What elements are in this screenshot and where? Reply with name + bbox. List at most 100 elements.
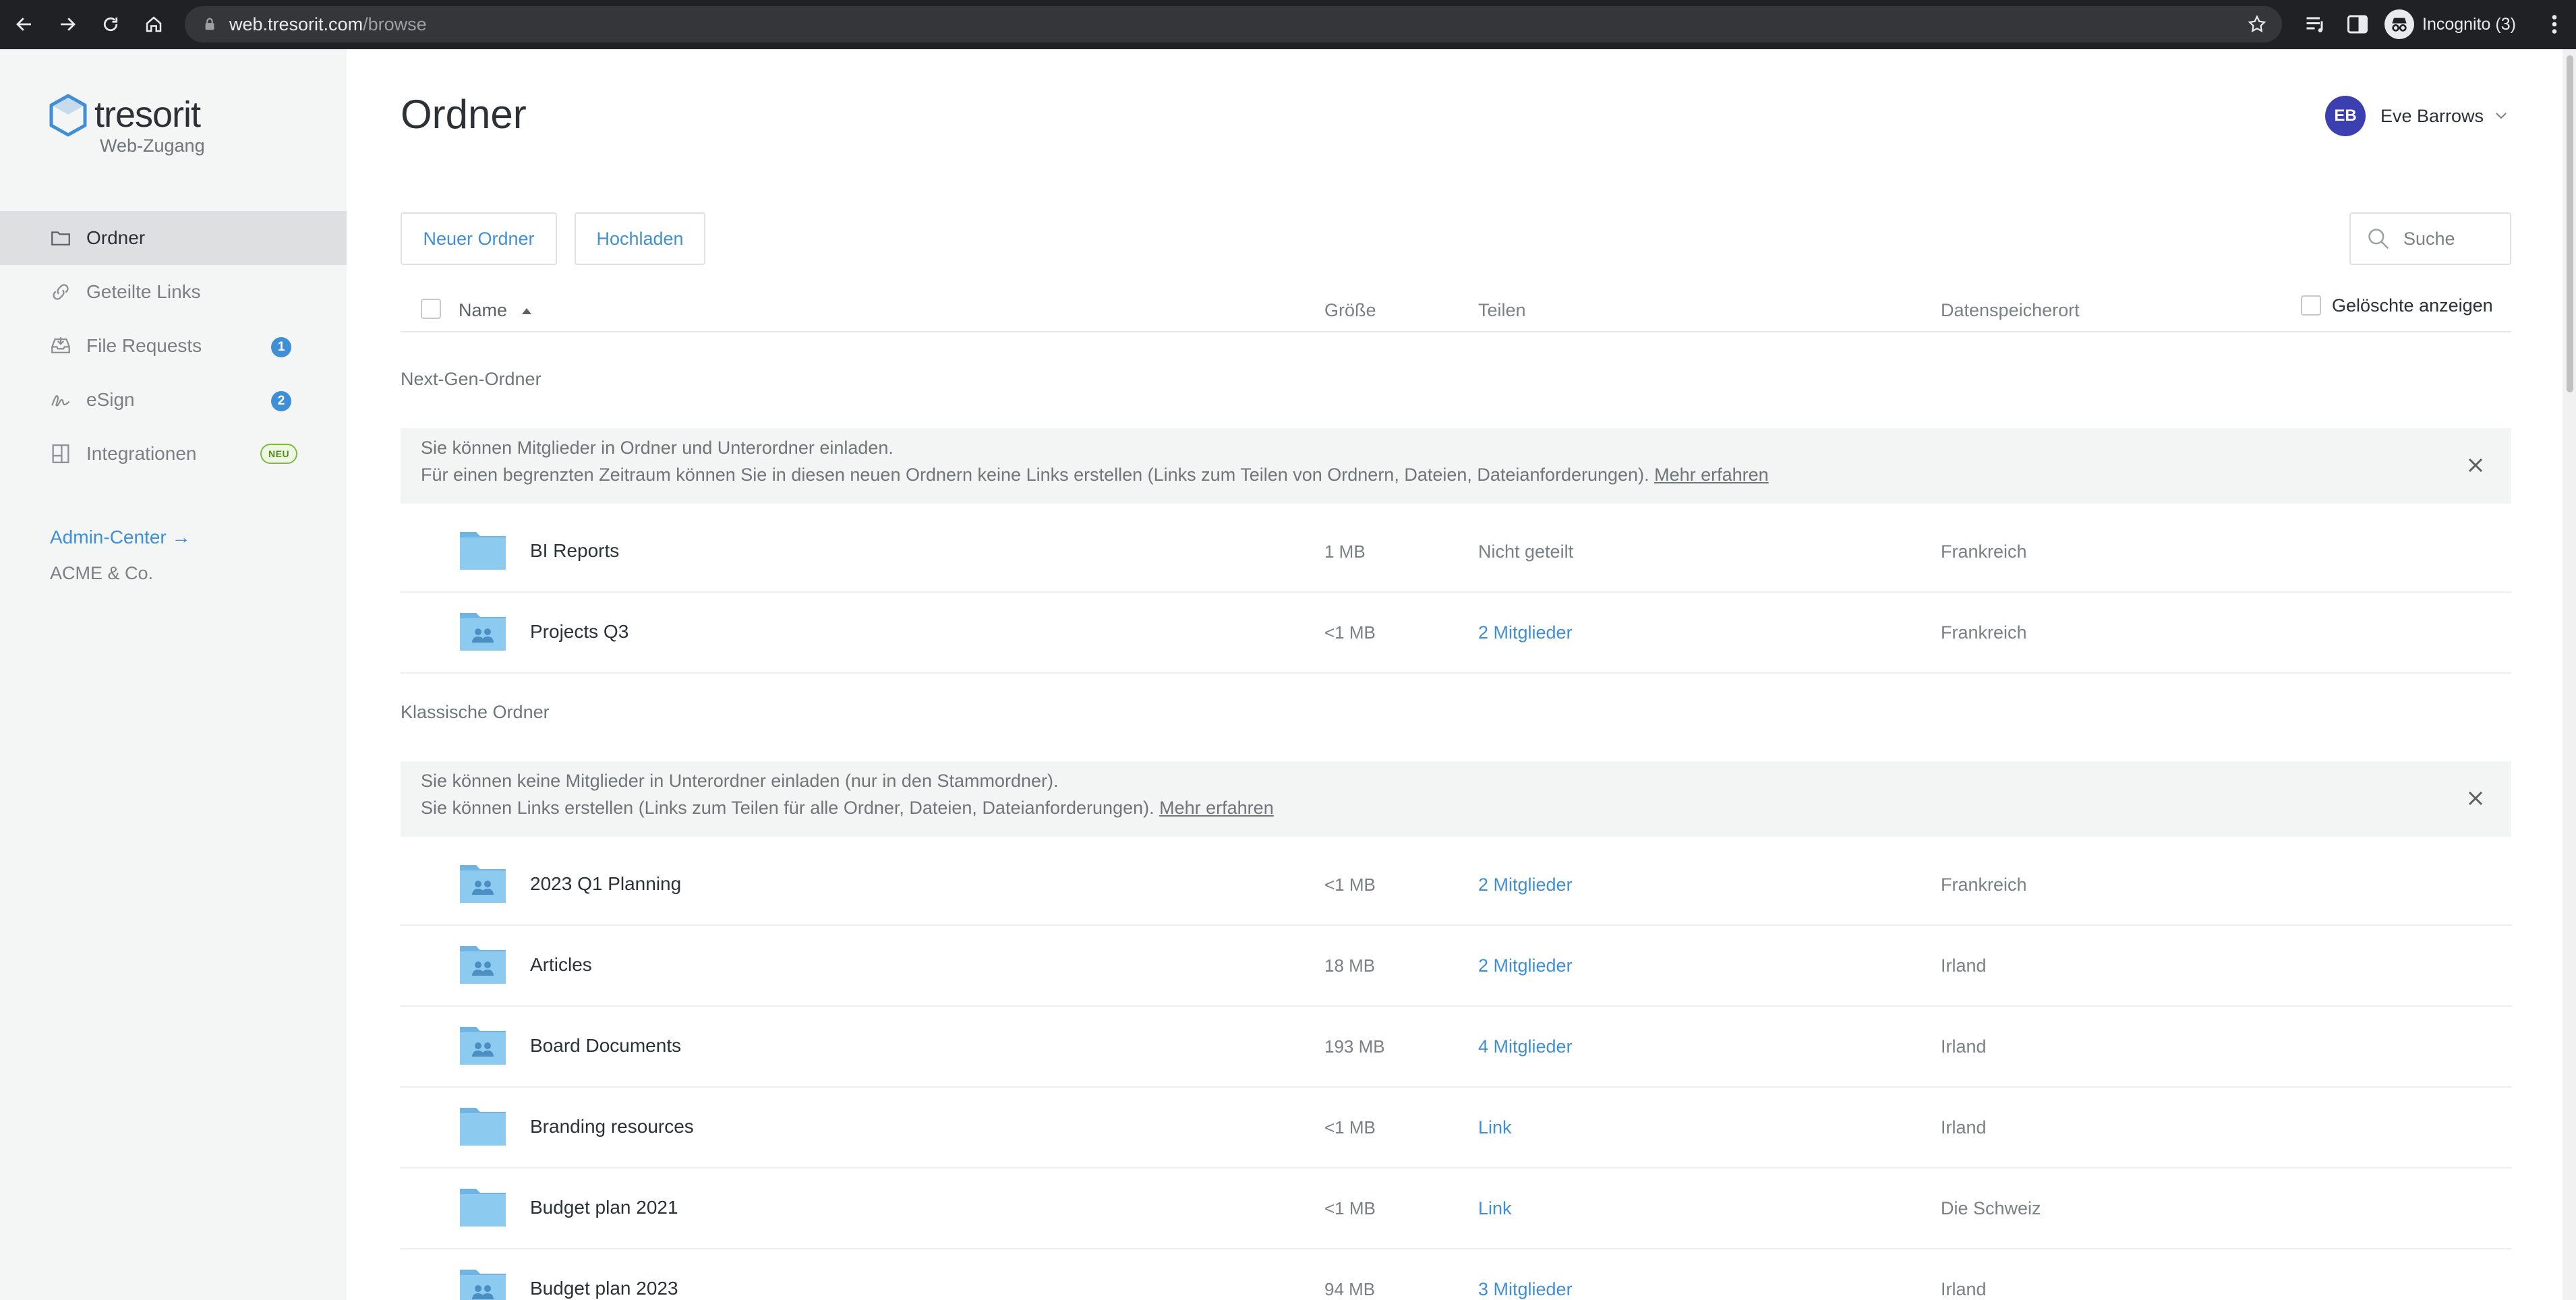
page-title: Ordner <box>401 92 527 137</box>
sidebar-item-esign[interactable]: eSign 2 <box>0 373 347 427</box>
learn-more-link[interactable]: Mehr erfahren <box>1159 798 1274 818</box>
main-content: Ordner EB Eve Barrows Neuer Ordner Hochl… <box>347 49 2576 1300</box>
sidebar-item-label: Integrationen <box>86 443 197 464</box>
forward-button[interactable] <box>53 9 82 39</box>
folder-name[interactable]: Projects Q3 <box>530 621 628 643</box>
table-row[interactable]: 2023 Q1 Planning <1 MB 2 Mitglieder Fran… <box>401 845 2511 926</box>
folder-name[interactable]: Budget plan 2021 <box>530 1197 678 1218</box>
integrations-icon <box>49 442 73 466</box>
folder-name[interactable]: 2023 Q1 Planning <box>530 873 681 895</box>
incognito-profile-button[interactable]: Incognito (3) <box>2384 9 2516 40</box>
reload-button[interactable] <box>96 9 125 39</box>
folder-size: <1 MB <box>1324 1117 1376 1138</box>
table-header: Name Größe Teilen Datenspeicherort Gelös… <box>401 285 2511 332</box>
folder-share-members-link[interactable]: 2 Mitglieder <box>1478 955 1573 976</box>
company-name: ACME & Co. <box>50 563 154 583</box>
url-text: web.tresorit.com/browse <box>229 14 427 34</box>
folder-size: <1 MB <box>1324 1198 1376 1218</box>
admin-center-link[interactable]: Admin-Center → <box>50 527 191 548</box>
info-text: Sie können Mitglieder in Ordner und Unte… <box>421 438 894 458</box>
shared-folder-icon <box>460 1027 506 1065</box>
show-deleted-toggle[interactable]: Gelöschte anzeigen <box>2301 292 2493 319</box>
folder-name[interactable]: BI Reports <box>530 540 619 562</box>
folder-size: 18 MB <box>1324 955 1376 976</box>
folder-size: 1 MB <box>1324 541 1366 562</box>
folder-share-link[interactable]: Link <box>1478 1198 1512 1219</box>
side-panel-icon[interactable] <box>2345 12 2370 36</box>
arrow-right-icon <box>61 18 76 31</box>
table-row[interactable]: Budget plan 2021 <1 MB Link Die Schweiz <box>401 1169 2511 1249</box>
sidebar-item-shared-links[interactable]: Geteilte Links <box>0 265 347 319</box>
folder-icon <box>460 1108 506 1146</box>
folder-icon <box>49 226 73 250</box>
arrow-left-icon <box>16 18 31 31</box>
close-icon[interactable] <box>2465 788 2486 808</box>
folder-share-members-link[interactable]: 2 Mitglieder <box>1478 875 1573 895</box>
section-label-next-gen: Next-Gen-Ordner <box>401 369 541 389</box>
browser-menu-icon[interactable] <box>2548 12 2561 36</box>
media-queue-icon[interactable] <box>2304 12 2328 36</box>
info-banner-next-gen: Sie können Mitglieder in Ordner und Unte… <box>401 428 2511 504</box>
table-row[interactable]: Projects Q3 <1 MB 2 Mitglieder Frankreic… <box>401 593 2511 674</box>
new-folder-button[interactable]: Neuer Ordner <box>401 212 557 265</box>
back-button[interactable] <box>9 9 39 39</box>
info-text: Sie können Links erstellen (Links zum Te… <box>421 798 1274 818</box>
sidebar-item-folders[interactable]: Ordner <box>0 211 347 265</box>
scrollbar-thumb[interactable] <box>2567 55 2573 392</box>
info-text: Für einen begrenzten Zeitraum können Sie… <box>421 465 1769 485</box>
shared-folder-icon <box>460 1270 506 1300</box>
search-input[interactable]: Suche <box>2349 212 2511 265</box>
folder-share-members-link[interactable]: 4 Mitglieder <box>1478 1036 1573 1057</box>
folder-location: Irland <box>1941 1279 1987 1299</box>
folder-location: Irland <box>1941 1036 1987 1057</box>
inbox-icon <box>49 334 73 358</box>
folder-location: Frankreich <box>1941 875 2027 895</box>
brand-subtitle: Web-Zugang <box>100 136 205 156</box>
table-row[interactable]: Board Documents 193 MB 4 Mitglieder Irla… <box>401 1007 2511 1088</box>
sidebar-item-integrations[interactable]: Integrationen NEU <box>0 427 347 481</box>
folder-name[interactable]: Budget plan 2023 <box>530 1278 678 1299</box>
learn-more-link[interactable]: Mehr erfahren <box>1654 465 1769 485</box>
bookmark-star-icon[interactable] <box>2247 14 2267 34</box>
signature-icon <box>49 388 73 412</box>
folder-share-members-link[interactable]: 2 Mitglieder <box>1478 622 1573 643</box>
search-icon <box>2368 229 2389 249</box>
avatar: EB <box>2325 96 2366 136</box>
folder-share-link[interactable]: Link <box>1478 1117 1512 1138</box>
select-all-checkbox[interactable] <box>421 299 441 319</box>
folder-share-members-link[interactable]: 3 Mitglieder <box>1478 1279 1573 1300</box>
folder-name[interactable]: Branding resources <box>530 1116 694 1138</box>
upload-button[interactable]: Hochladen <box>575 212 705 265</box>
column-name-header[interactable]: Name <box>459 300 507 321</box>
user-menu[interactable]: EB Eve Barrows <box>2325 96 2508 136</box>
tresorit-hexagon-icon <box>49 94 87 137</box>
shared-folder-icon <box>460 613 506 651</box>
address-bar[interactable]: web.tresorit.com/browse <box>185 6 2282 42</box>
incognito-icon <box>2384 9 2414 39</box>
folder-icon <box>460 1189 506 1227</box>
show-deleted-checkbox[interactable] <box>2301 295 2321 316</box>
show-deleted-label: Gelöschte anzeigen <box>2332 295 2493 316</box>
shared-folder-icon <box>460 865 506 903</box>
sidebar-item-label: Geteilte Links <box>86 281 201 302</box>
sidebar-item-label: File Requests <box>86 335 202 356</box>
table-row[interactable]: Branding resources <1 MB Link Irland <box>401 1088 2511 1169</box>
folder-name[interactable]: Board Documents <box>530 1035 681 1057</box>
info-text: Sie können keine Mitglieder in Unterordn… <box>421 771 1059 791</box>
close-icon[interactable] <box>2465 455 2486 475</box>
folder-location: Irland <box>1941 955 1987 976</box>
folder-size: 193 MB <box>1324 1036 1385 1057</box>
table-row[interactable]: BI Reports 1 MB Nicht geteilt Frankreich <box>401 512 2511 593</box>
table-row[interactable]: Articles 18 MB 2 Mitglieder Irland <box>401 926 2511 1007</box>
folder-size: 94 MB <box>1324 1279 1376 1299</box>
home-button[interactable] <box>139 9 169 39</box>
table-row[interactable]: Budget plan 2023 94 MB 3 Mitglieder Irla… <box>401 1249 2511 1300</box>
new-badge: NEU <box>260 444 298 464</box>
reload-icon <box>103 17 118 32</box>
file-requests-badge: 1 <box>271 337 291 357</box>
home-icon <box>146 16 162 32</box>
link-icon <box>49 280 73 304</box>
folder-name[interactable]: Articles <box>530 954 592 976</box>
lock-icon <box>205 18 214 30</box>
sidebar-item-file-requests[interactable]: File Requests 1 <box>0 319 347 373</box>
